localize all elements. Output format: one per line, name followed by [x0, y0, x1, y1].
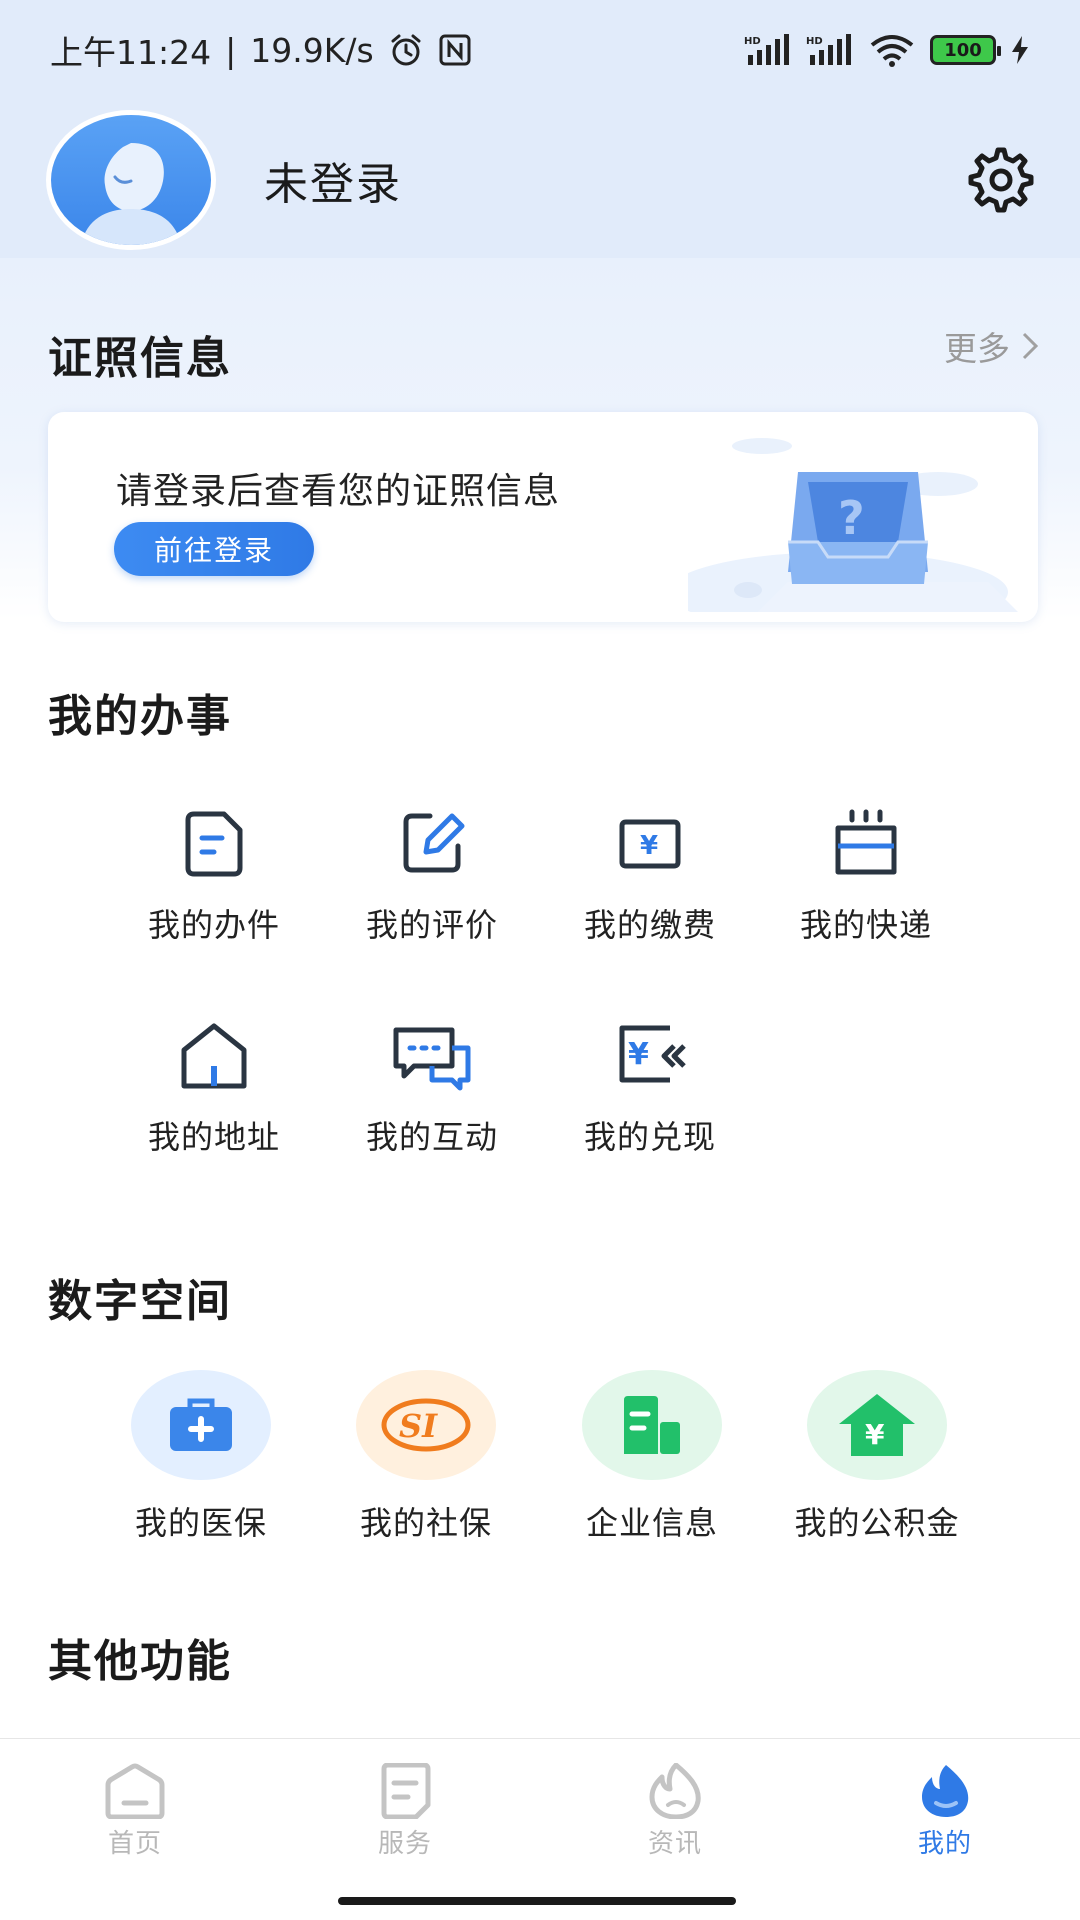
building-icon: [624, 1396, 680, 1454]
housing-fund-icon: ¥: [839, 1394, 915, 1456]
my-affairs-title: 我的办事: [48, 691, 232, 742]
housing-fund-label: 我的公积金: [794, 1504, 960, 1542]
digital-space-title: 数字空间: [48, 1276, 232, 1327]
my-payments-label: 我的缴费: [583, 906, 716, 944]
nav-service[interactable]: 服务: [270, 1739, 540, 1888]
nfc-icon: [439, 34, 471, 66]
enterprise-info-badge: [582, 1370, 722, 1480]
medical-insurance-item[interactable]: 我的医保: [91, 1370, 311, 1544]
social-security-item[interactable]: SI 我的社保: [316, 1370, 536, 1544]
my-redeem-label: 我的兑现: [583, 1118, 716, 1156]
nav-mine-label: 我的: [917, 1829, 972, 1859]
svg-text:¥: ¥: [628, 1037, 649, 1072]
social-security-icon: SI: [381, 1398, 471, 1452]
svg-text:¥: ¥: [640, 831, 658, 861]
more-label: 更多: [944, 329, 1010, 368]
my-payments-item[interactable]: ¥ 我的缴费: [550, 808, 750, 946]
my-cases-label: 我的办件: [147, 906, 280, 944]
my-address-item[interactable]: 我的地址: [114, 1020, 314, 1158]
status-time: 上午11:24: [50, 33, 212, 72]
payment-icon: ¥: [619, 819, 681, 869]
document-icon: [185, 811, 243, 877]
medical-insurance-label: 我的医保: [134, 1504, 267, 1542]
express-box-icon: [835, 809, 897, 875]
avatar-icon: [51, 115, 211, 245]
my-reviews-item[interactable]: 我的评价: [332, 808, 532, 946]
certificates-title: 证照信息: [48, 333, 232, 384]
home-icon: [105, 1763, 165, 1819]
cash-redeem-icon: ¥: [619, 1025, 686, 1083]
login-button[interactable]: 前往登录: [114, 522, 314, 576]
chat-icon: [393, 1027, 471, 1091]
svg-text:¥: ¥: [865, 1418, 885, 1451]
nav-home[interactable]: 首页: [0, 1739, 270, 1888]
status-speed: 19.9K/s: [250, 30, 374, 70]
other-functions-title: 其他功能: [48, 1636, 232, 1687]
mine-flame-icon: [922, 1765, 969, 1817]
my-interaction-label: 我的互动: [365, 1118, 498, 1156]
certificates-more-link[interactable]: 更多: [944, 322, 1038, 370]
news-flame-icon: [649, 1763, 701, 1819]
status-bar: 上午11:24 | 19.9K/s HD HD 100: [0, 0, 1080, 100]
my-address-label: 我的地址: [147, 1118, 280, 1156]
my-reviews-label: 我的评价: [365, 906, 498, 944]
housing-fund-item[interactable]: ¥ 我的公积金: [767, 1370, 987, 1544]
enterprise-info-item[interactable]: 企业信息: [542, 1370, 762, 1544]
hd-signal-icon: HD: [806, 34, 851, 65]
avatar[interactable]: [46, 110, 216, 250]
social-security-badge: SI: [356, 1370, 496, 1480]
nav-service-label: 服务: [377, 1829, 432, 1859]
nav-mine[interactable]: 我的: [810, 1739, 1080, 1888]
service-icon: [381, 1763, 431, 1819]
battery-level: 100: [944, 39, 982, 61]
housing-fund-badge: ¥: [807, 1370, 947, 1480]
profile-header: 未登录: [46, 110, 1036, 250]
home-address-icon: [181, 1023, 247, 1089]
my-redeem-item[interactable]: ¥ 我的兑现: [550, 1020, 750, 1158]
my-cases-item[interactable]: 我的办件: [114, 808, 314, 946]
svg-text:SI: SI: [399, 1407, 438, 1445]
empty-box-illustration-icon: ?: [688, 438, 1018, 612]
svg-text:?: ?: [838, 491, 865, 545]
battery-icon: 100: [930, 35, 1001, 65]
edit-icon: [403, 813, 465, 873]
hd-signal-icon: HD: [744, 34, 789, 65]
status-separator: |: [225, 30, 237, 70]
wifi-icon: [870, 35, 914, 67]
nav-news-label: 资讯: [647, 1829, 702, 1859]
medical-insurance-badge: [131, 1370, 271, 1480]
medical-kit-icon: [170, 1398, 232, 1451]
certificate-card: 请登录后查看您的证照信息 前往登录 ?: [48, 412, 1038, 622]
chevron-right-icon: [1022, 332, 1038, 360]
svg-text:HD: HD: [806, 36, 823, 47]
username[interactable]: 未登录: [264, 148, 402, 212]
alarm-icon: [391, 34, 421, 66]
my-express-item[interactable]: 我的快递: [766, 808, 966, 946]
my-interaction-item[interactable]: 我的互动: [332, 1020, 532, 1158]
home-indicator[interactable]: [338, 1897, 736, 1905]
bottom-navigation: 首页 服务 资讯 我的: [0, 1738, 1080, 1888]
my-express-label: 我的快递: [799, 906, 932, 944]
settings-gear-icon[interactable]: [966, 145, 1036, 215]
nav-news[interactable]: 资讯: [540, 1739, 810, 1888]
enterprise-info-label: 企业信息: [585, 1504, 718, 1542]
svg-text:HD: HD: [744, 36, 761, 47]
certificate-prompt: 请登录后查看您的证照信息: [116, 471, 561, 512]
charging-icon: [1012, 36, 1028, 64]
nav-home-label: 首页: [107, 1829, 162, 1859]
social-security-label: 我的社保: [359, 1504, 492, 1542]
